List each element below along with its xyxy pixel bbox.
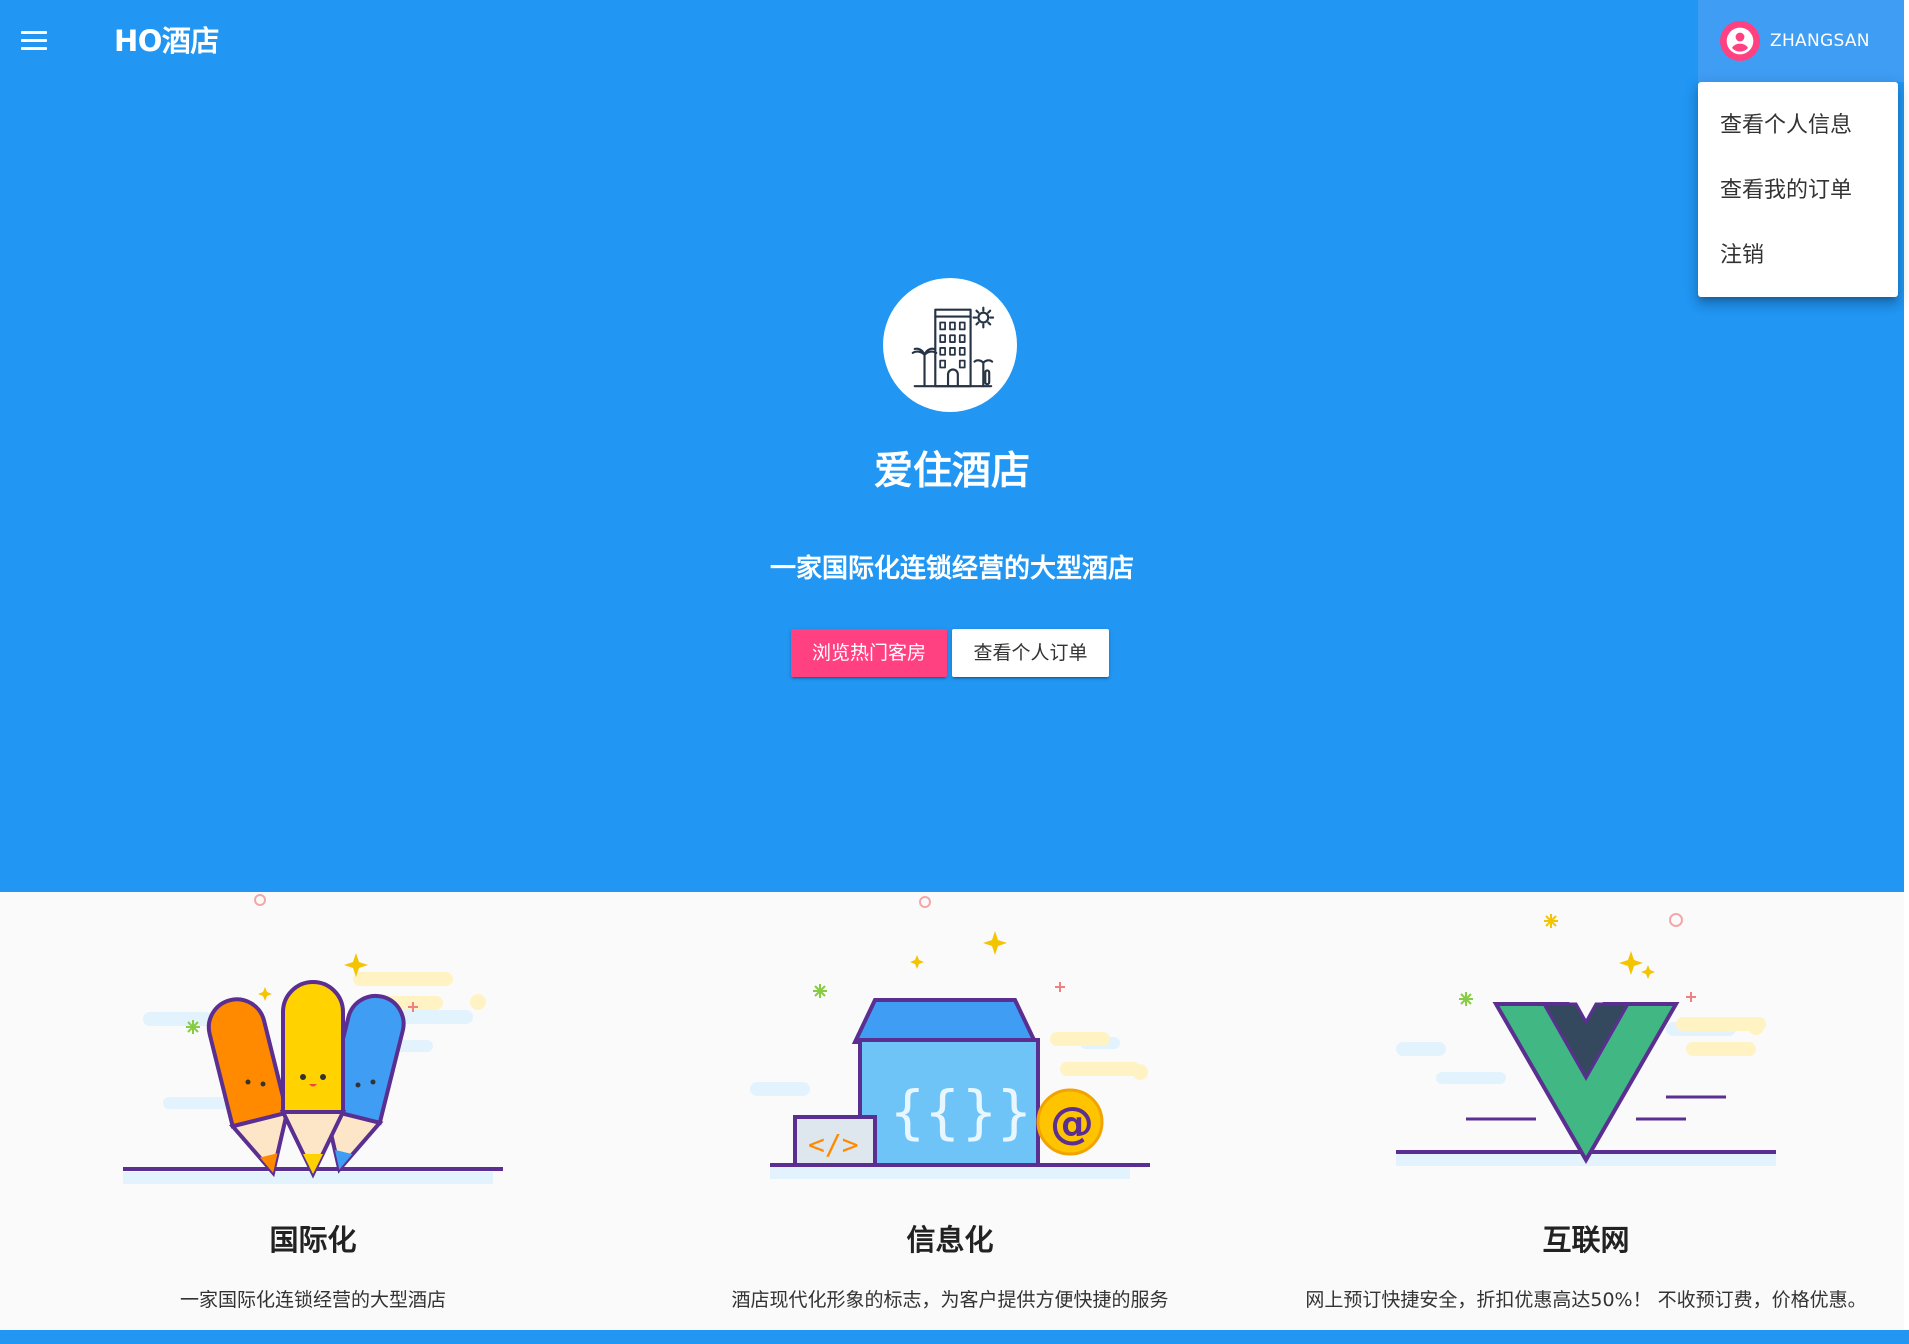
pencils-illustration (123, 894, 503, 1184)
code-box-illustration: {{ }} </> @ (750, 896, 1150, 1179)
svg-text:</>: </> (808, 1128, 859, 1161)
features-section: 国际化 一家国际化连锁经营的大型酒店 {{ }} </> @ 信息化 酒店现代化… (0, 892, 1904, 1330)
menu-item-logout[interactable]: 注销 (1698, 232, 1898, 297)
account-circle-icon (1720, 21, 1760, 61)
vue-logo-illustration (1396, 913, 1776, 1166)
feature-title: 互联网 (1542, 1223, 1630, 1257)
feature-description: 一家国际化连锁经营的大型酒店 (179, 1289, 446, 1311)
user-dropdown-menu: 查看个人信息 查看我的订单 注销 (1698, 82, 1898, 297)
menu-item-my-orders[interactable]: 查看我的订单 (1698, 167, 1898, 232)
feature-internet: 互联网 网上预订快捷安全，折扣优惠高达50%！ 不收预订费，价格优惠。 (1286, 892, 1886, 1311)
svg-text:}}: }} (962, 1078, 1032, 1146)
svg-text:{{: {{ (890, 1078, 960, 1146)
feature-title: 信息化 (906, 1223, 994, 1257)
footer-strip (0, 1330, 1909, 1344)
feature-title: 国际化 (269, 1223, 357, 1257)
user-menu-button[interactable]: ZHANGSAN (1698, 0, 1904, 82)
brand-title[interactable]: HO酒店 (114, 22, 219, 60)
browse-rooms-button[interactable]: 浏览热门客房 (791, 629, 947, 677)
svg-text:@: @ (1050, 1098, 1094, 1149)
feature-international: 国际化 一家国际化连锁经营的大型酒店 (13, 892, 613, 1311)
hero-subtitle: 一家国际化连锁经营的大型酒店 (769, 554, 1134, 584)
hotel-building-icon (883, 278, 1017, 412)
feature-description: 酒店现代化形象的标志，为客户提供方便快捷的服务 (731, 1289, 1169, 1311)
view-orders-button[interactable]: 查看个人订单 (952, 629, 1109, 677)
app-bar: HO酒店 ZHANGSAN (0, 0, 1904, 82)
user-name: ZHANGSAN (1770, 31, 1870, 51)
feature-information: {{ }} </> @ 信息化 酒店现代化形象的标志，为客户提供方便快捷的服务 (650, 892, 1250, 1311)
hamburger-menu-icon[interactable] (16, 22, 52, 58)
page-edge (1904, 0, 1909, 1330)
feature-description: 网上预订快捷安全，折扣优惠高达50%！ 不收预订费，价格优惠。 (1305, 1289, 1867, 1311)
menu-item-profile[interactable]: 查看个人信息 (1698, 102, 1898, 167)
hero-section: 爱住酒店 一家国际化连锁经营的大型酒店 浏览热门客房 查看个人订单 (0, 82, 1904, 892)
hero-title: 爱住酒店 (873, 449, 1030, 494)
